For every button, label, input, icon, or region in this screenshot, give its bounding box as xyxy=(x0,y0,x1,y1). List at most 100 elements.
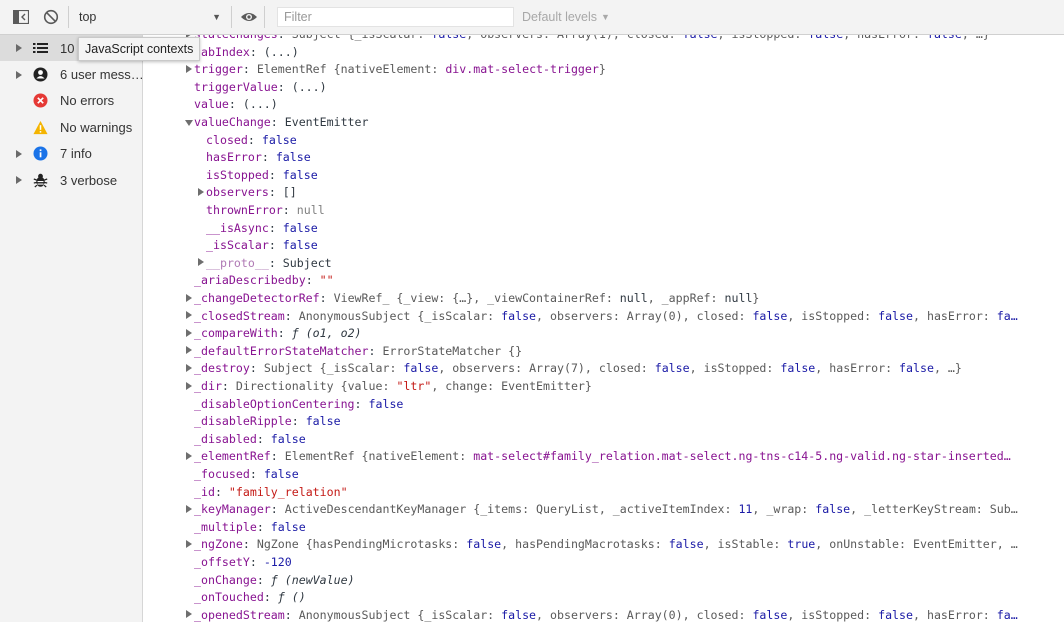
expand-arrow-icon[interactable] xyxy=(184,504,194,514)
sidebar-item-verbose[interactable]: 3 verbose xyxy=(0,167,142,193)
property-value-part: : xyxy=(291,414,306,429)
property-value-part: : xyxy=(270,502,285,517)
console-property-line[interactable]: _dir: Directionality {value: "ltr", chan… xyxy=(184,378,592,396)
property-value-part: fa… xyxy=(996,607,1018,622)
property-key: hasError xyxy=(206,150,262,165)
property-key: _keyManager xyxy=(194,502,271,517)
property-key: tabIndex xyxy=(194,44,250,59)
property-value-part: , hasError: xyxy=(913,607,997,622)
property-value-part: : (...) xyxy=(228,97,278,112)
property-value-part: false xyxy=(263,467,299,481)
property-key: _focused xyxy=(194,467,250,481)
property-value-part: : xyxy=(249,555,264,569)
property-value-part: null xyxy=(619,291,648,305)
property-value-part: : xyxy=(282,203,297,217)
property-key: _destroy xyxy=(194,361,250,376)
expand-arrow-icon[interactable] xyxy=(184,328,194,338)
property-value-part: : xyxy=(305,273,320,288)
console-property-line[interactable]: _openedStream: AnonymousSubject {_isScal… xyxy=(184,607,1018,622)
property-key: closed xyxy=(206,132,248,147)
property-key: valueChange xyxy=(194,115,271,129)
property-key: _changeDetectorRef xyxy=(194,291,320,305)
sidebar-item-user-messages[interactable]: 6 user mess… xyxy=(0,61,144,87)
property-value-part: div.mat-select-trigger xyxy=(445,62,599,77)
expand-arrow-icon[interactable] xyxy=(16,70,22,79)
filter-input[interactable]: Filter xyxy=(277,7,514,27)
property-value-part: ƒ (newValue) xyxy=(270,572,355,587)
expand-arrow-icon[interactable] xyxy=(184,293,194,303)
console-property-line[interactable]: _defaultErrorStateMatcher: ErrorStateMat… xyxy=(184,343,522,361)
property-value-part: false xyxy=(927,35,962,41)
log-levels-dropdown[interactable]: Default levels ▼ xyxy=(522,10,610,24)
console-property-line: _id: "family_relation" xyxy=(184,484,348,502)
context-selector[interactable]: top ▼ xyxy=(75,6,225,28)
property-value-part: ElementRef {nativeElement: xyxy=(256,62,446,77)
expand-arrow-icon[interactable] xyxy=(184,310,194,320)
console-property-line: _onChange: ƒ (newValue) xyxy=(184,572,355,590)
sidebar-item-warnings[interactable]: No warnings xyxy=(0,114,142,140)
console-toolbar: top ▼ Filter Default levels ▼ xyxy=(0,0,1064,35)
property-value-part: : xyxy=(354,396,369,411)
sidebar-item-label: No warnings xyxy=(60,119,133,135)
property-value-part: false xyxy=(752,308,788,323)
property-value-part: Subject {_isScalar: xyxy=(292,35,432,41)
console-property-line[interactable]: _changeDetectorRef: ViewRef_ {_view: {…}… xyxy=(184,290,759,308)
expand-arrow-icon[interactable] xyxy=(16,176,22,185)
property-value-part: ViewRef_ {_view: {…}, _viewContainerRef: xyxy=(333,291,620,305)
console-property-line: _ariaDescribedby: "" xyxy=(184,272,334,290)
collapse-arrow-icon[interactable] xyxy=(184,117,194,127)
property-key: thrownError xyxy=(206,203,283,217)
console-property-line: _focused: false xyxy=(184,466,299,484)
property-value-part: false xyxy=(305,414,341,429)
property-value-part: false xyxy=(368,396,404,411)
console-property-line[interactable]: stateChanges: Subject {_isScalar: false,… xyxy=(184,35,990,44)
sidebar-item-info[interactable]: 7 info xyxy=(0,141,142,167)
property-value-part: : xyxy=(268,167,283,182)
expand-arrow-icon[interactable] xyxy=(184,381,194,391)
property-value-part: , hasError: xyxy=(843,35,927,41)
expand-arrow-icon[interactable] xyxy=(196,187,206,197)
expand-arrow-icon[interactable] xyxy=(196,257,206,267)
error-icon xyxy=(33,93,48,108)
console-property-line[interactable]: _ngZone: NgZone {hasPendingMicrotasks: f… xyxy=(184,536,1018,554)
property-key: _onTouched xyxy=(194,590,264,605)
property-value-part: false xyxy=(275,150,311,165)
expand-arrow-icon[interactable] xyxy=(16,149,22,158)
context-selector-value: top xyxy=(79,10,97,24)
console-property-line[interactable]: _closedStream: AnonymousSubject {_isScal… xyxy=(184,308,1018,326)
dropdown-arrow-icon: ▼ xyxy=(601,12,610,22)
console-property-line[interactable]: _compareWith: ƒ (o1, o2) xyxy=(184,325,362,343)
console-property-line[interactable]: observers: [] xyxy=(196,184,297,202)
expand-arrow-icon[interactable] xyxy=(184,345,194,355)
property-value-part: fa… xyxy=(996,308,1018,323)
console-property-line[interactable]: __proto__: Subject xyxy=(196,255,332,273)
console-property-line[interactable]: trigger: ElementRef {nativeElement: div.… xyxy=(184,61,606,79)
clear-console-icon[interactable] xyxy=(40,6,62,28)
console-property-line[interactable]: valueChange: EventEmitter xyxy=(184,114,369,132)
console-property-line[interactable]: _destroy: Subject {_isScalar: false, obs… xyxy=(184,360,962,378)
sidebar-item-errors[interactable]: No errors xyxy=(0,88,142,114)
live-expression-eye-icon[interactable] xyxy=(238,6,260,28)
property-value-part: : xyxy=(319,291,334,305)
expand-arrow-icon[interactable] xyxy=(184,609,194,619)
expand-arrow-icon[interactable] xyxy=(184,451,194,461)
sidebar-toggle-icon[interactable] xyxy=(10,6,32,28)
property-value-part: false xyxy=(431,35,466,41)
console-output[interactable]: stateChanges: Subject {_isScalar: false,… xyxy=(144,35,1064,622)
property-value-part: ElementRef {nativeElement: xyxy=(284,449,474,464)
expand-arrow-icon[interactable] xyxy=(184,64,194,74)
expand-arrow-icon[interactable] xyxy=(184,363,194,373)
console-property-line[interactable]: _elementRef: ElementRef {nativeElement: … xyxy=(184,448,1011,466)
expand-arrow-icon[interactable] xyxy=(16,44,22,53)
sidebar-item-label: 10 xyxy=(60,40,75,56)
expand-arrow-icon[interactable] xyxy=(184,539,194,549)
console-property-line: isStopped: false xyxy=(196,167,318,185)
property-value-part: , onUnstable: EventEmitter, … xyxy=(815,537,1018,552)
console-property-line: _disableOptionCentering: false xyxy=(184,396,403,414)
console-property-line[interactable]: _keyManager: ActiveDescendantKeyManager … xyxy=(184,501,1018,519)
property-value-part: : xyxy=(242,62,257,77)
property-key: _disableOptionCentering xyxy=(194,396,355,411)
